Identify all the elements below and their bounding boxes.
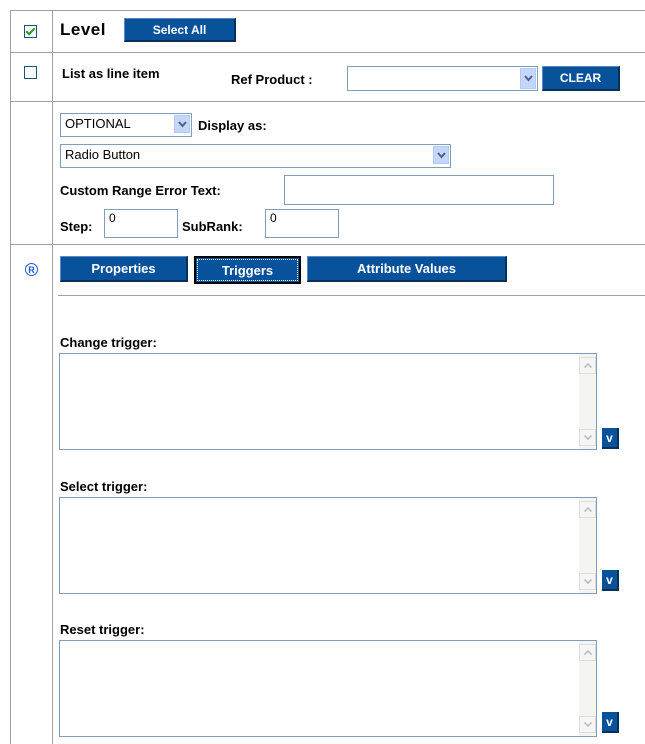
select-all-button[interactable]: Select All xyxy=(124,18,236,42)
tab-attribute-values[interactable]: Attribute Values xyxy=(307,256,507,282)
grid-line-1 xyxy=(10,52,645,53)
reset-trigger-label: Reset trigger: xyxy=(60,622,145,637)
chevron-down-icon[interactable] xyxy=(174,115,190,133)
tab-divider xyxy=(58,295,645,296)
subrank-input[interactable]: 0 xyxy=(265,209,339,238)
chevron-down-icon[interactable] xyxy=(433,146,449,164)
ref-product-select[interactable] xyxy=(347,66,538,91)
tab-properties[interactable]: Properties xyxy=(60,256,188,282)
grid-line-3 xyxy=(10,244,645,245)
select-trigger-v-button[interactable]: v xyxy=(602,570,619,591)
grid-line-col xyxy=(52,10,53,744)
level-checkbox[interactable] xyxy=(24,25,37,38)
custom-range-input[interactable] xyxy=(284,175,554,205)
clear-button[interactable]: CLEAR xyxy=(542,66,620,91)
display-as-value: Radio Button xyxy=(65,147,141,162)
subrank-label: SubRank: xyxy=(182,219,243,234)
grid-line-2 xyxy=(10,101,645,102)
registered-icon[interactable]: R xyxy=(25,263,38,276)
tab-triggers[interactable]: Triggers xyxy=(194,256,301,284)
scrollbar[interactable] xyxy=(579,641,596,736)
scrollbar[interactable] xyxy=(579,354,596,449)
chevron-down-icon[interactable] xyxy=(520,68,536,89)
line-item-label: List as line item xyxy=(62,66,160,81)
grid-line-left xyxy=(10,10,11,744)
select-trigger-label: Select trigger: xyxy=(60,479,148,494)
display-as-select[interactable]: Radio Button xyxy=(60,144,451,168)
step-input[interactable]: 0 xyxy=(104,209,178,238)
scroll-down-icon[interactable] xyxy=(579,716,596,733)
optional-value: OPTIONAL xyxy=(65,116,131,131)
change-trigger-label: Change trigger: xyxy=(60,335,157,350)
scroll-up-icon[interactable] xyxy=(579,644,596,661)
line-item-checkbox[interactable] xyxy=(24,66,37,79)
change-trigger-textarea[interactable] xyxy=(59,353,597,450)
scrollbar[interactable] xyxy=(579,498,596,593)
optional-select[interactable]: OPTIONAL xyxy=(60,113,192,137)
reset-trigger-v-button[interactable]: v xyxy=(602,712,619,733)
scroll-up-icon[interactable] xyxy=(579,357,596,374)
grid-line-top xyxy=(10,10,645,11)
level-label: Level xyxy=(60,20,106,39)
display-as-label: Display as: xyxy=(198,118,267,133)
reset-trigger-textarea[interactable] xyxy=(59,640,597,737)
select-trigger-textarea[interactable] xyxy=(59,497,597,594)
scroll-down-icon[interactable] xyxy=(579,573,596,590)
step-label: Step: xyxy=(60,219,93,234)
scroll-down-icon[interactable] xyxy=(579,429,596,446)
ref-product-label: Ref Product : xyxy=(231,72,313,87)
change-trigger-v-button[interactable]: v xyxy=(602,428,619,449)
scroll-up-icon[interactable] xyxy=(579,501,596,518)
custom-range-label: Custom Range Error Text: xyxy=(60,183,221,198)
